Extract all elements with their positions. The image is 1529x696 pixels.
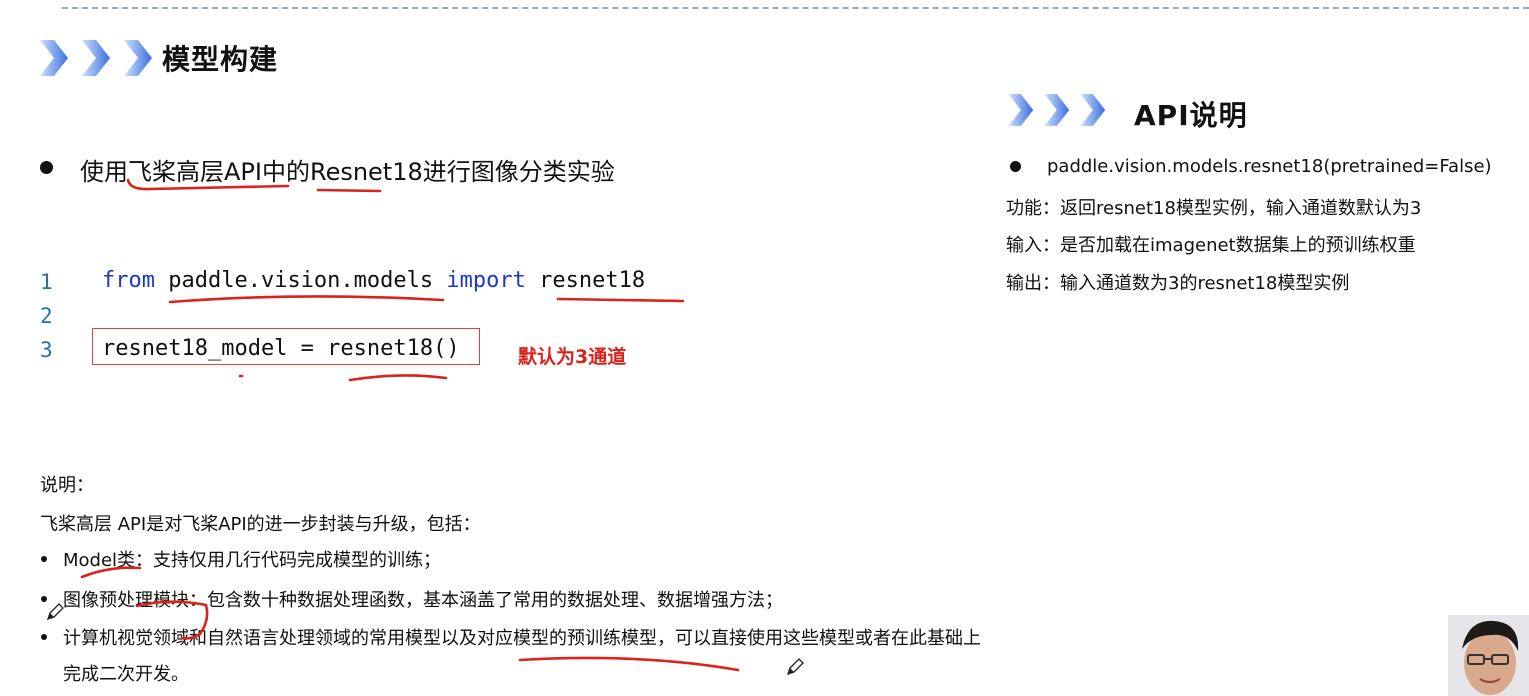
code-line-3: resnet18_model = resnet18() [102, 336, 460, 361]
chevron-right-icon [1080, 94, 1106, 126]
line-number: 3 [40, 338, 53, 362]
api-signature: paddle.vision.models.resnet18(pretrained… [1047, 156, 1492, 177]
notes-heading: 说明： [40, 475, 94, 496]
main-bullet-text: 使用飞桨高层API中的Resnet18进行图像分类实验 [80, 158, 615, 186]
ink-underline [556, 297, 685, 303]
code-keyword-import: import [446, 268, 526, 293]
api-input: 输入：是否加载在imagenet数据集上的预训练权重 [1006, 235, 1416, 256]
bullet-dot [40, 161, 53, 174]
pen-cursor-icon [46, 603, 64, 621]
section-title: 模型构建 [162, 43, 279, 76]
ink-underline [518, 656, 740, 672]
ink-underline [348, 374, 448, 382]
list-item: Model类：支持仅用几行代码完成模型的训练； [63, 550, 442, 571]
api-output: 输出：输入通道数为3的resnet18模型实例 [1006, 273, 1350, 294]
code-line-1: from paddle.vision.models import resnet1… [102, 268, 645, 293]
list-item: 计算机视觉领域和自然语言处理领域的常用模型以及对应模型的预训练模型，可以直接使用… [63, 628, 981, 649]
line-number: 2 [40, 304, 53, 328]
chevron-right-icon [1008, 94, 1034, 126]
list-item: 图像预处理模块：包含数十种数据处理函数，基本涵盖了常用的数据处理、数据增强方法； [63, 590, 783, 611]
top-divider [62, 7, 1529, 9]
api-chevrons [1005, 90, 1115, 130]
api-title: API说明 [1134, 99, 1248, 132]
chevron-right-icon [124, 40, 152, 76]
code-keyword-from: from [102, 268, 155, 293]
chevron-right-icon [82, 40, 110, 76]
chevron-right-icon [40, 40, 68, 76]
ink-underline [168, 295, 445, 304]
section-chevrons [36, 36, 156, 80]
code-module: paddle.vision.models [168, 268, 434, 293]
notes-intro: 飞桨高层 API是对飞桨API的进一步封装与升级，包括： [40, 514, 481, 535]
list-bullet [41, 634, 47, 640]
list-item-continuation: 完成二次开发。 [63, 664, 189, 685]
code-name: resnet18 [539, 268, 646, 293]
presenter-avatar [1448, 615, 1529, 696]
line-number: 1 [40, 270, 53, 294]
chevron-right-icon [1044, 94, 1070, 126]
presenter-video [1448, 615, 1529, 696]
pen-cursor-icon [786, 658, 804, 676]
code-annotation: 默认为3通道 [518, 346, 627, 368]
list-bullet [41, 556, 47, 562]
bullet-dot [1010, 161, 1021, 172]
api-function: 功能：返回resnet18模型实例，输入通道数默认为3 [1006, 198, 1422, 219]
ink-underline [316, 188, 382, 193]
